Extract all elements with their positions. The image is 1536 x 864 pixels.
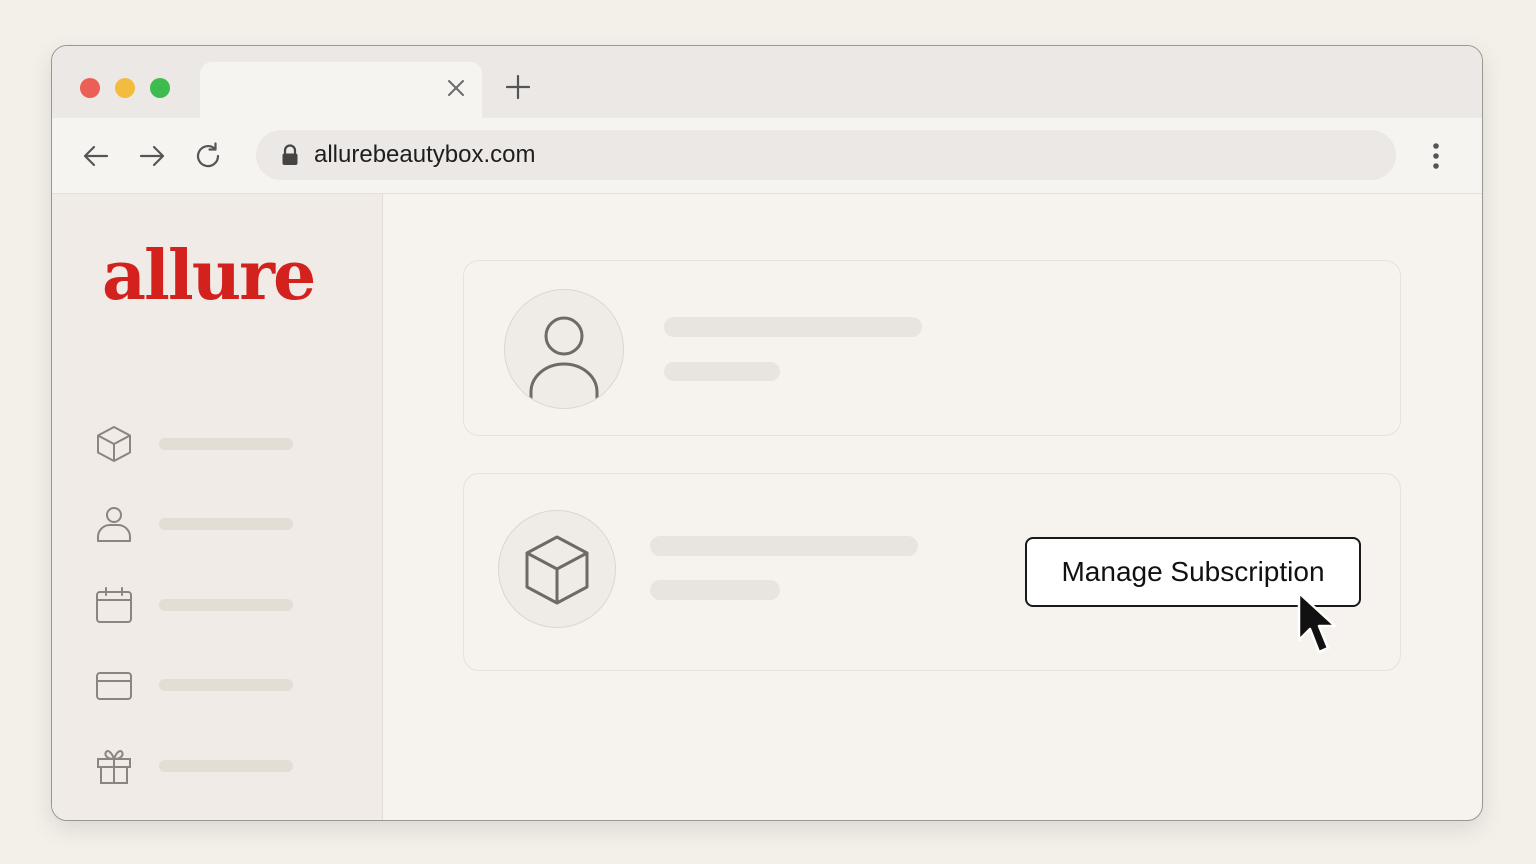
subscription-detail-placeholder bbox=[650, 580, 780, 600]
plus-icon[interactable] bbox=[504, 73, 532, 101]
sidebar-item-user[interactable] bbox=[94, 502, 354, 546]
avatar bbox=[504, 289, 624, 409]
mouse-pointer-icon bbox=[1297, 591, 1337, 654]
user-icon bbox=[97, 507, 131, 542]
reload-icon[interactable] bbox=[192, 140, 224, 172]
minimize-window-button[interactable] bbox=[115, 78, 135, 98]
browser-toolbar: allurebeautybox.com bbox=[52, 118, 1482, 194]
sidebar-item-gift[interactable] bbox=[94, 744, 354, 788]
nav-label-placeholder bbox=[159, 679, 293, 691]
profile-detail-placeholder bbox=[664, 362, 780, 381]
gift-icon bbox=[97, 750, 131, 784]
address-bar[interactable]: allurebeautybox.com bbox=[256, 130, 1396, 180]
box-icon bbox=[97, 426, 131, 462]
url-text[interactable]: allurebeautybox.com bbox=[314, 141, 535, 169]
sidebar-item-payment[interactable] bbox=[94, 663, 354, 707]
subscription-card: Manage Subscription bbox=[463, 473, 1401, 671]
sidebar: allure bbox=[52, 194, 383, 820]
allure-logo[interactable]: allure bbox=[102, 236, 316, 316]
sidebar-item-box[interactable] bbox=[94, 422, 354, 466]
box-icon bbox=[525, 535, 589, 605]
lock-icon bbox=[282, 144, 298, 165]
user-icon bbox=[529, 316, 599, 408]
nav-label-placeholder bbox=[159, 518, 293, 530]
profile-name-placeholder bbox=[664, 317, 922, 337]
arrow-right-icon[interactable] bbox=[136, 140, 168, 172]
profile-card bbox=[463, 260, 1401, 436]
nav-label-placeholder bbox=[159, 599, 293, 611]
subscription-title-placeholder bbox=[650, 536, 918, 556]
subscription-box-badge bbox=[498, 510, 616, 628]
nav-label-placeholder bbox=[159, 438, 293, 450]
nav-label-placeholder bbox=[159, 760, 293, 772]
browser-window: allurebeautybox.com allure Manage Subscr… bbox=[51, 45, 1483, 821]
browser-tab[interactable] bbox=[200, 62, 482, 118]
arrow-left-icon[interactable] bbox=[80, 140, 112, 172]
tab-bar bbox=[52, 46, 1482, 118]
kebab-menu-icon[interactable] bbox=[1422, 138, 1450, 174]
sidebar-item-calendar[interactable] bbox=[94, 583, 354, 627]
calendar-icon bbox=[96, 587, 132, 623]
close-icon[interactable] bbox=[444, 76, 468, 100]
credit-card-icon bbox=[96, 672, 132, 700]
maximize-window-button[interactable] bbox=[150, 78, 170, 98]
close-window-button[interactable] bbox=[80, 78, 100, 98]
